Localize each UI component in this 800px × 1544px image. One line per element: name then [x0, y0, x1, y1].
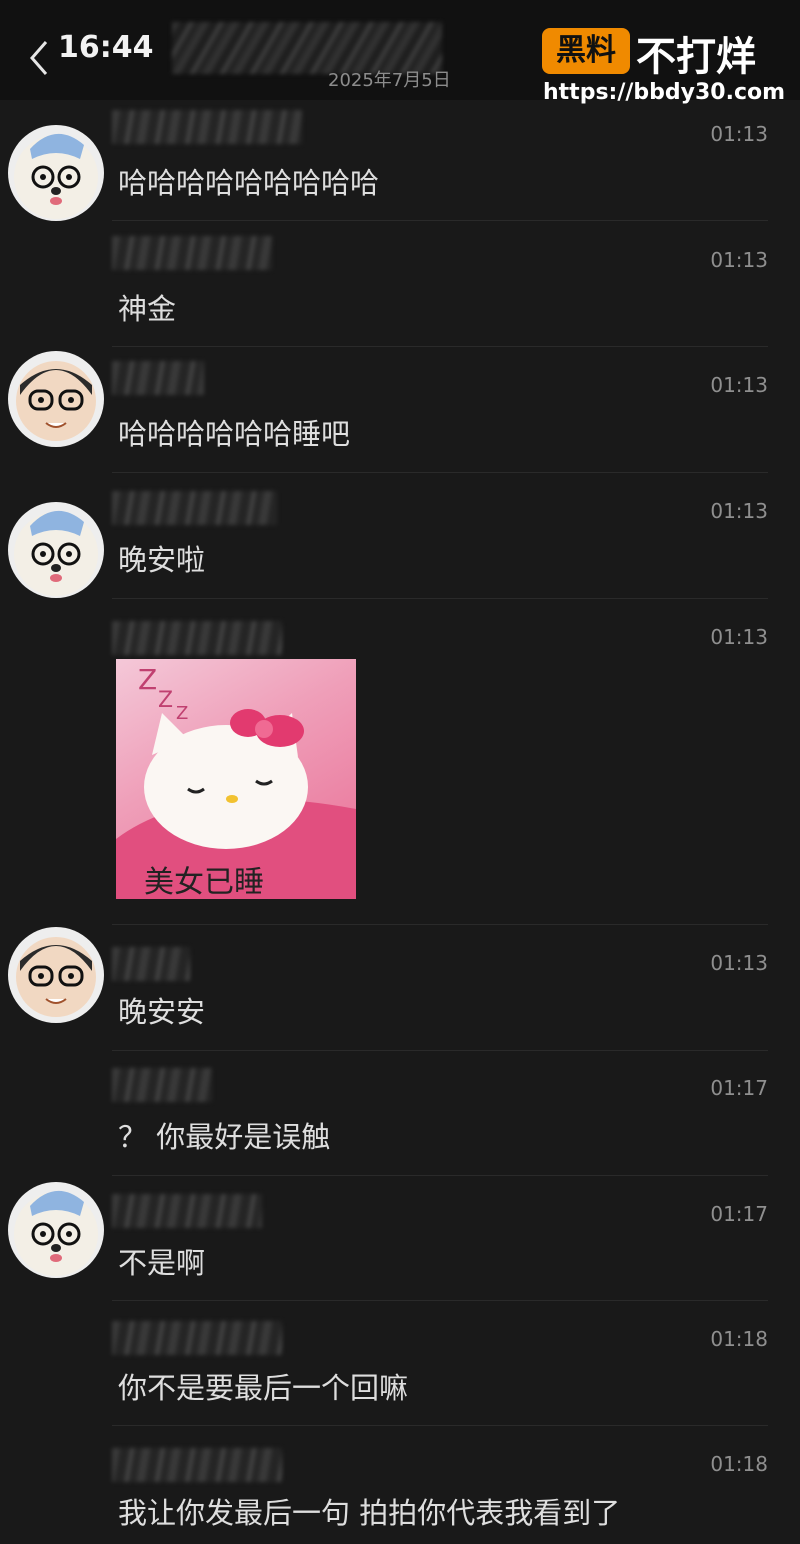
message-time: 01:13: [710, 951, 768, 975]
message-divider: [112, 472, 768, 473]
watermark-url: https://bbdy30.com: [543, 80, 786, 105]
message-text[interactable]: 你不是要最后一个回嘛: [118, 1365, 408, 1407]
message-divider: [112, 1175, 768, 1176]
message-time: 01:13: [710, 122, 768, 146]
message-time: 01:13: [710, 373, 768, 397]
sticker-caption: 美女已睡: [144, 865, 264, 899]
message-text[interactable]: 晚安安: [118, 989, 205, 1031]
message-divider: [112, 346, 768, 347]
watermark-logo: 黑料: [542, 28, 630, 74]
chat-date: 2025年7月5日: [328, 70, 451, 91]
svg-text:Z: Z: [158, 688, 173, 713]
sender-name-redacted: [112, 1448, 282, 1482]
message-divider: [112, 1425, 768, 1426]
message-time: 01:18: [710, 1327, 768, 1351]
memoji-avatar[interactable]: [8, 927, 104, 1023]
dog-avatar[interactable]: [8, 125, 104, 221]
message-divider: [112, 1300, 768, 1301]
message-text[interactable]: 哈哈哈哈哈哈哈哈哈: [118, 160, 379, 202]
sender-name-redacted: [112, 1321, 282, 1355]
memoji-avatar[interactable]: [8, 351, 104, 447]
message-text[interactable]: 不是啊: [118, 1240, 205, 1282]
message-text[interactable]: 晚安啦: [118, 537, 205, 579]
message-text[interactable]: 神金: [118, 286, 176, 328]
message-text[interactable]: 我让你发最后一句 拍拍你代表我看到了: [118, 1490, 620, 1532]
sender-name-redacted: [112, 1068, 212, 1102]
sender-name-redacted: [112, 491, 277, 525]
sender-name-redacted: [112, 621, 282, 655]
sender-name-redacted: [112, 1194, 262, 1228]
svg-text:Z: Z: [176, 703, 188, 724]
message-divider: [112, 924, 768, 925]
sleeping-kitty-sticker[interactable]: Z Z Z 美女已睡: [116, 659, 356, 899]
message-divider: [112, 598, 768, 599]
watermark-brand: 不打烊: [636, 34, 756, 80]
sender-name-redacted: [112, 110, 302, 144]
message-time: 01:18: [710, 1452, 768, 1476]
message-text[interactable]: ？ 你最好是误触: [118, 1114, 330, 1156]
sender-name-redacted: [112, 361, 204, 395]
chat-header: 16:44 2025年7月5日 黑料 不打烊 https://bbdy30.co…: [0, 0, 800, 105]
svg-text:Z: Z: [138, 663, 157, 696]
back-arrow-icon[interactable]: [26, 38, 52, 78]
sender-name-redacted: [112, 236, 272, 270]
dog-avatar[interactable]: [8, 1182, 104, 1278]
message-time: 01:13: [710, 248, 768, 272]
message-time: 01:13: [710, 625, 768, 649]
sender-name-redacted: [112, 947, 190, 981]
message-text[interactable]: 哈哈哈哈哈哈睡吧: [118, 411, 350, 453]
status-time: 16:44: [58, 30, 154, 65]
message-divider: [112, 1050, 768, 1051]
dog-avatar[interactable]: [8, 502, 104, 598]
message-time: 01:13: [710, 499, 768, 523]
message-time: 01:17: [710, 1076, 768, 1100]
message-time: 01:17: [710, 1202, 768, 1226]
message-divider: [112, 220, 768, 221]
